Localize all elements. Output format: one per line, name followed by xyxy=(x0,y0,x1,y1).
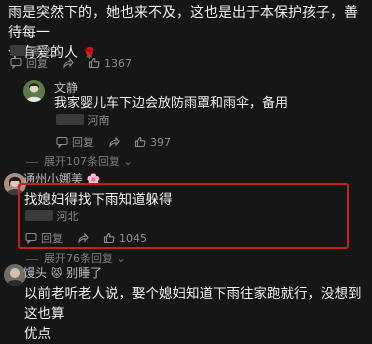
chevron-down-icon: ⌄ xyxy=(113,252,126,265)
comment-1-reply-button[interactable]: 回复 xyxy=(10,55,48,71)
reply-1-reply-button[interactable]: 回复 xyxy=(56,134,94,150)
share-icon xyxy=(63,57,74,69)
comment-1-share-button[interactable] xyxy=(62,57,74,69)
reply-icon xyxy=(56,136,68,148)
chevron-down-icon: ⌄ xyxy=(120,155,133,168)
comment-2-expand-button[interactable]: 展开76条回复 ⌄ xyxy=(26,250,126,266)
comment-2-like-count: 1045 xyxy=(119,231,147,245)
comment-3-username-suffix[interactable]: 别睡了 xyxy=(66,266,102,280)
comment-1-text-line1: 雨是突然下的，她也来不及，这也是出于本保护孩子，善待每一 xyxy=(8,5,358,41)
comment-2-meta: 河北 xyxy=(25,210,79,224)
reply-1-like-button[interactable]: 397 xyxy=(134,136,171,149)
comment-2-location: 河北 xyxy=(56,210,79,223)
reply-1-location: 河南 xyxy=(87,114,110,127)
thumbs-up-icon xyxy=(134,136,146,148)
comment-3-text-line2: 优点 xyxy=(24,326,51,342)
comment-1-actions: 回复 1367 xyxy=(10,55,132,71)
avatar-image xyxy=(23,80,45,102)
reply-1-share-button[interactable] xyxy=(108,136,120,148)
comment-2-actions: 回复 1045 xyxy=(25,230,147,246)
comment-3-username-row: 馒头 😾 别睡了 xyxy=(23,265,102,282)
reply-1-expand-label: 展开107条回复 xyxy=(44,155,120,168)
reply-1-text: 我家婴儿车下边会放防雨罩和雨伞，备用 xyxy=(54,96,289,111)
cat-emoji-icon: 😾 xyxy=(50,267,63,280)
comment-2-like-button[interactable]: 1045 xyxy=(103,232,147,245)
expand-line xyxy=(26,161,38,163)
reply-1-reply-label: 回复 xyxy=(72,136,94,149)
reply-icon xyxy=(25,232,37,244)
share-icon xyxy=(109,136,120,148)
reply-1-actions: 回复 397 xyxy=(56,134,171,150)
comment-2-text: 找媳妇得找下雨知道躲得 xyxy=(24,192,173,208)
share-icon xyxy=(78,232,89,244)
reply-icon xyxy=(10,57,22,69)
comment-2-reply-button[interactable]: 回复 xyxy=(25,230,63,246)
comment-1-like-count: 1367 xyxy=(104,56,132,70)
comment-1-like-button[interactable]: 1367 xyxy=(88,57,132,70)
comment-2-time-redacted xyxy=(25,210,53,221)
thumbs-up-icon xyxy=(103,232,115,244)
comment-3-text-line1: 以前老听老人说，娶个媳妇知道下雨往家跑就行，没想到这也算 xyxy=(24,286,362,322)
comment-1-reply-label: 回复 xyxy=(26,57,48,70)
comment-3-username[interactable]: 馒头 xyxy=(23,266,47,280)
comment-2-share-button[interactable] xyxy=(77,232,89,244)
comment-2-expand-label: 展开76条回复 xyxy=(44,252,113,265)
reply-1-time-redacted xyxy=(56,114,84,125)
expand-line xyxy=(26,258,38,260)
avatar[interactable] xyxy=(23,80,45,102)
reply-1-meta: 河南 xyxy=(56,114,110,128)
reply-1-expand-button[interactable]: 展开107条回复 ⌄ xyxy=(26,153,133,169)
comment-2-reply-label: 回复 xyxy=(41,232,63,245)
comment-3-text: 以前老听老人说，娶个媳妇知道下雨往家跑就行，没想到这也算 优点 xyxy=(24,284,369,344)
thumbs-up-icon xyxy=(88,57,100,69)
reply-1-like-count: 397 xyxy=(150,135,171,149)
